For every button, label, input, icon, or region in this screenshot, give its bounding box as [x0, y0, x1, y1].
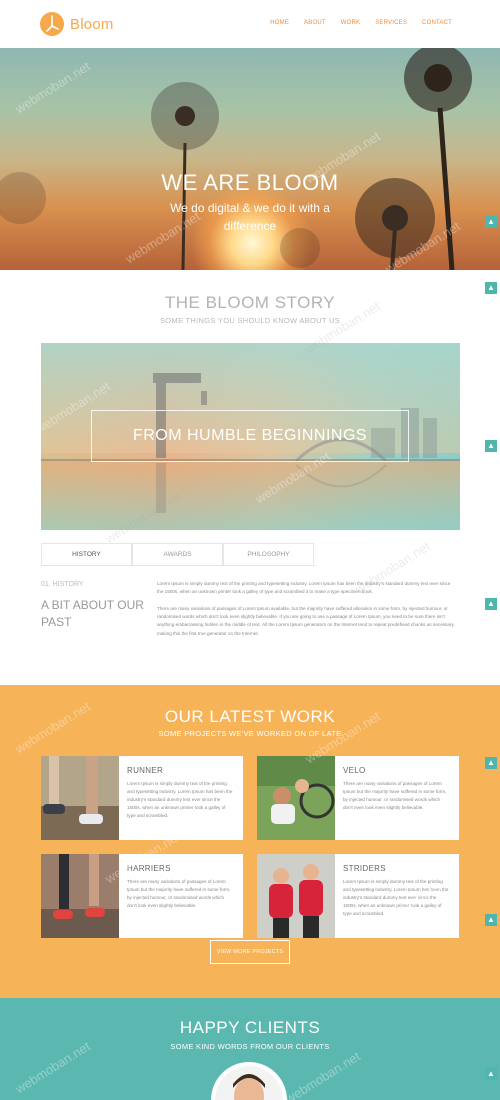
tab-history[interactable]: HISTORY	[41, 543, 132, 565]
card-text: There are many variations of passages of…	[343, 781, 447, 810]
history-heading: A BIT ABOUT OUR PAST	[41, 598, 144, 629]
card-text: Lorem Ipsum is simply dummy text of the …	[343, 879, 449, 916]
tab-philosophy[interactable]: PHILOSOPHY	[223, 543, 314, 565]
client-avatar	[211, 1062, 287, 1100]
brand-name: Bloom	[70, 15, 114, 33]
velo-thumbnail	[257, 756, 335, 840]
history-paragraph: There are many variations of passages of…	[157, 606, 455, 636]
nav-item-contact[interactable]: CONTACT	[422, 20, 452, 26]
site-header: Bloom HOME ABOUT WORK SERVICES CONTACT	[0, 0, 500, 48]
scroll-up-icon[interactable]: ▲	[485, 1068, 497, 1080]
scroll-up-icon[interactable]: ▲	[485, 440, 497, 452]
scroll-up-icon[interactable]: ▲	[485, 216, 497, 228]
card-title: STRIDERS	[343, 864, 386, 873]
logo[interactable]: Bloom	[40, 12, 114, 36]
project-card-harriers[interactable]: HARRIERS There are many variations of pa…	[41, 854, 243, 938]
card-title: HARRIERS	[127, 864, 171, 873]
main-nav: HOME ABOUT WORK SERVICES CONTACT	[255, 20, 452, 26]
work-title: OUR LATEST WORK	[164, 707, 336, 726]
project-card-striders[interactable]: STRIDERS Lorem Ipsum is simply dummy tex…	[257, 854, 459, 938]
card-text: Lorem Ipsum is simply dummy text of the …	[127, 781, 233, 818]
hero-title: WE ARE BLOOM	[161, 170, 339, 195]
view-more-projects-button[interactable]: VIEW MORE PROJECTS	[210, 940, 290, 964]
tab-divider	[41, 565, 316, 566]
card-title: RUNNER	[127, 766, 164, 775]
harriers-thumbnail	[41, 854, 119, 938]
story-subtitle: SOME THINGS YOU SHOULD KNOW ABOUT US	[160, 316, 340, 325]
history-number: 01. HISTORY	[41, 581, 84, 588]
story-title: THE BLOOM STORY	[164, 293, 336, 312]
scroll-up-icon[interactable]: ▲	[485, 914, 497, 926]
dandelion-silhouettes	[0, 48, 472, 270]
nav-item-services[interactable]: SERVICES	[375, 20, 407, 26]
history-paragraph: Lorem Ipsum is simply dummy text of the …	[157, 581, 451, 595]
card-text: There are many variations of passages of…	[127, 879, 231, 908]
tab-awards[interactable]: AWARDS	[132, 543, 223, 565]
bloom-logo-icon	[40, 12, 64, 36]
story-banner: FROM HUMBLE BEGINNINGS	[91, 410, 409, 462]
hero-subtitle: We do digital & we do it with a differen…	[170, 201, 330, 233]
scroll-up-icon[interactable]: ▲	[485, 757, 497, 769]
nav-item-work[interactable]: WORK	[341, 20, 360, 26]
clients-subtitle: SOME KIND WORDS FROM OUR CLIENTS	[170, 1042, 330, 1051]
card-title: VELO	[343, 766, 366, 775]
runner-thumbnail	[41, 756, 119, 840]
project-card-velo[interactable]: VELO There are many variations of passag…	[257, 756, 459, 840]
hero-section: WE ARE BLOOM We do digital & we do it wi…	[0, 48, 500, 270]
story-tabs: HISTORY AWARDS PHILOSOPHY	[41, 543, 314, 565]
work-subtitle: SOME PROJECTS WE'VE WORKED ON OF LATE	[158, 729, 342, 738]
project-card-runner[interactable]: RUNNER Lorem Ipsum is simply dummy text …	[41, 756, 243, 840]
story-image: FROM HUMBLE BEGINNINGS	[41, 343, 460, 530]
nav-item-home[interactable]: HOME	[270, 20, 289, 26]
clients-section: HAPPY CLIENTS SOME KIND WORDS FROM OUR C…	[0, 998, 500, 1100]
striders-thumbnail	[257, 854, 335, 938]
clients-title: HAPPY CLIENTS	[179, 1018, 321, 1037]
scroll-up-icon[interactable]: ▲	[485, 598, 497, 610]
nav-item-about[interactable]: ABOUT	[304, 20, 326, 26]
work-section: OUR LATEST WORK SOME PROJECTS WE'VE WORK…	[0, 685, 500, 998]
